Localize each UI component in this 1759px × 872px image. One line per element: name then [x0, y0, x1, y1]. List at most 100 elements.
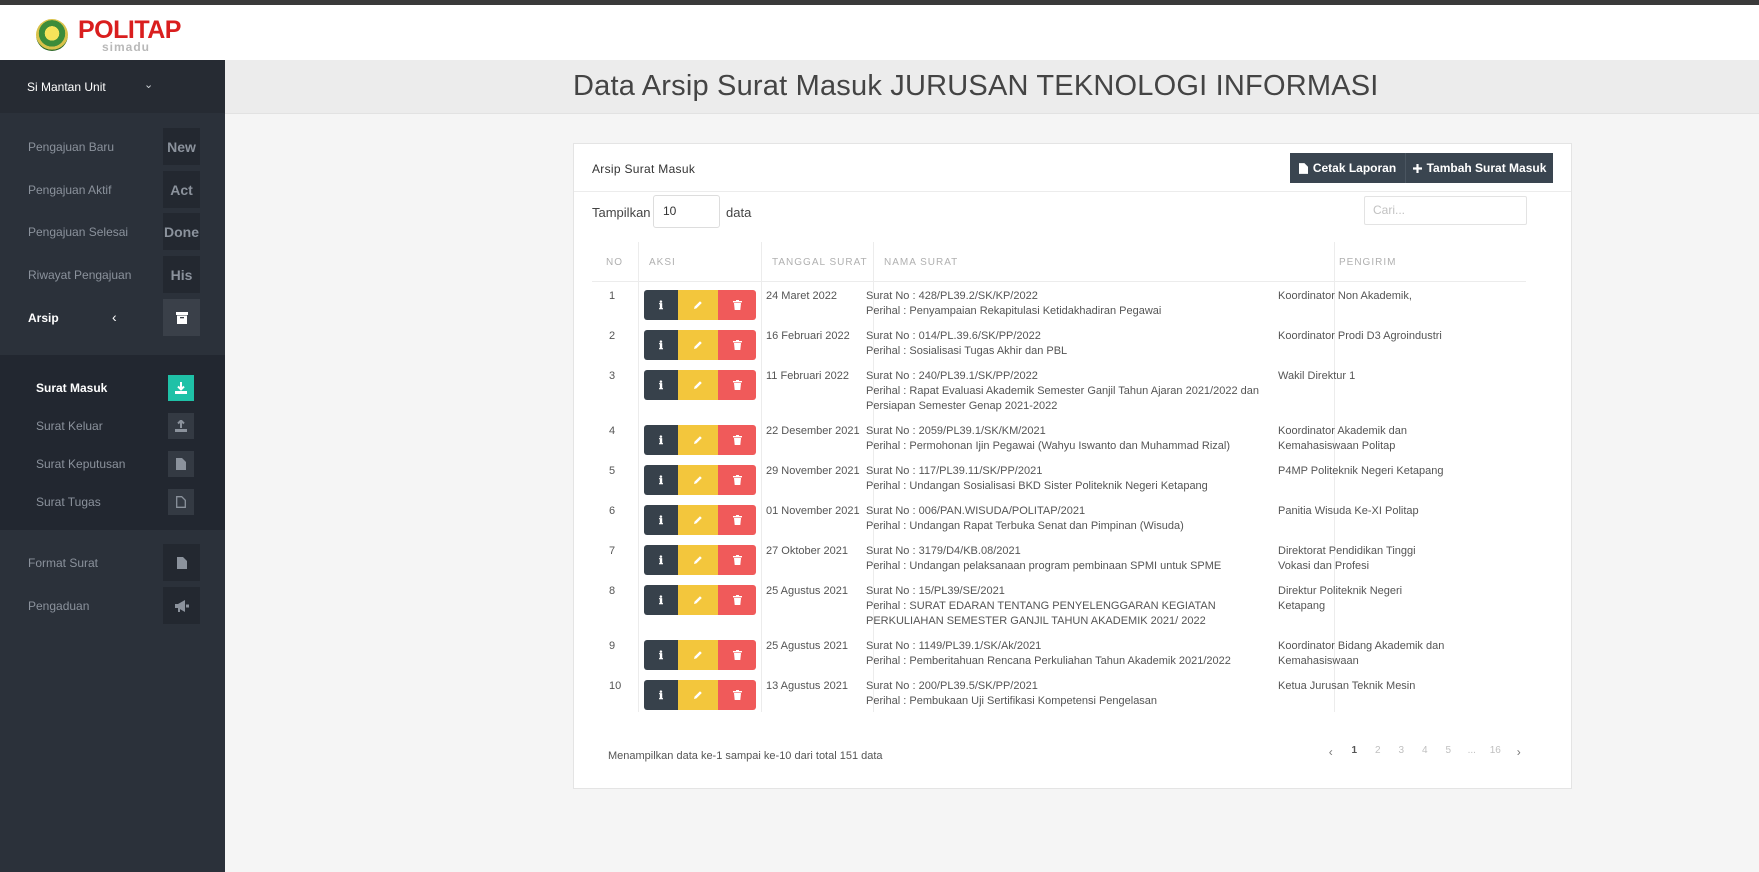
letter-name: Surat No : 006/PAN.WISUDA/POLITAP/2021 Pe…: [866, 504, 1266, 534]
pencil-icon: [694, 556, 702, 564]
sidebar-item-pengajuan-aktif[interactable]: Pengajuan Aktif Act: [0, 170, 225, 210]
column-header-tanggal[interactable]: TANGGAL SURAT: [761, 242, 873, 282]
delete-button[interactable]: [718, 585, 756, 615]
logo-seal-icon: [36, 19, 68, 51]
row-number: 3: [609, 370, 616, 382]
info-button[interactable]: ℹ: [644, 545, 678, 575]
letter-subject: Perihal : Undangan pelaksanaan program p…: [866, 560, 1222, 572]
column-header-nama-surat[interactable]: NAMA SURAT: [873, 242, 1334, 282]
plus-icon: [1412, 163, 1422, 173]
megaphone-icon: [163, 587, 200, 624]
delete-button[interactable]: [718, 370, 756, 400]
add-incoming-letter-button[interactable]: Tambah Surat Masuk: [1405, 153, 1553, 183]
sender: Koordinator Akademik dan Kemahasiswaan P…: [1278, 425, 1408, 452]
page-3[interactable]: 3: [1390, 745, 1414, 759]
sidebar-item-arsip[interactable]: Arsip ‹: [0, 298, 225, 338]
delete-button[interactable]: [718, 545, 756, 575]
letter-name: Surat No : 1149/PL39.1/SK/Ak/2021 Perihal…: [866, 639, 1266, 669]
edit-button[interactable]: [678, 290, 718, 320]
letter-date: 24 Maret 2022: [766, 290, 837, 302]
letter-number: Surat No : 15/PL39/SE/2021: [866, 585, 1005, 597]
trash-icon: [732, 595, 742, 605]
delete-button[interactable]: [718, 465, 756, 495]
row-number: 1: [609, 290, 616, 302]
page-16[interactable]: 16: [1484, 745, 1508, 759]
info-button[interactable]: ℹ: [644, 585, 678, 615]
delete-button[interactable]: [718, 505, 756, 535]
delete-button[interactable]: [718, 330, 756, 360]
info-button[interactable]: ℹ: [644, 680, 678, 710]
delete-button[interactable]: [718, 425, 756, 455]
edit-button[interactable]: [678, 465, 718, 495]
file-icon: [168, 451, 194, 477]
page-1[interactable]: 1: [1343, 745, 1367, 759]
info-button[interactable]: ℹ: [644, 370, 678, 400]
info-button[interactable]: ℹ: [644, 330, 678, 360]
info-icon: ℹ: [658, 434, 664, 447]
page-4[interactable]: 4: [1413, 745, 1437, 759]
badge-act: Act: [163, 171, 200, 208]
info-button[interactable]: ℹ: [644, 640, 678, 670]
table-info: Menampilkan data ke-1 sampai ke-10 dari …: [608, 750, 883, 762]
edit-button[interactable]: [678, 505, 718, 535]
letter-number: Surat No : 240/PL39.1/SK/PP/2022: [866, 370, 1038, 382]
sidebar-item-format-surat[interactable]: Format Surat: [0, 543, 225, 583]
row-actions: ℹ: [644, 640, 756, 670]
add-label: Tambah Surat Masuk: [1426, 161, 1547, 175]
info-icon: ℹ: [658, 554, 664, 567]
search-input[interactable]: Cari...: [1364, 196, 1527, 225]
edit-button[interactable]: [678, 370, 718, 400]
file-icon: [163, 544, 200, 581]
sidebar-item-pengaduan[interactable]: Pengaduan: [0, 586, 225, 626]
row-actions: ℹ: [644, 680, 756, 710]
page-5[interactable]: 5: [1437, 745, 1461, 759]
column-header-aksi[interactable]: AKSI: [638, 242, 761, 282]
sidebar-item-pengajuan-baru[interactable]: Pengajuan Baru New: [0, 127, 225, 167]
letter-number: Surat No : 014/PL.39.6/SK/PP/2022: [866, 330, 1041, 342]
delete-button[interactable]: [718, 640, 756, 670]
edit-button[interactable]: [678, 545, 718, 575]
delete-button[interactable]: [718, 680, 756, 710]
row-actions: ℹ: [644, 505, 756, 535]
next-page-button[interactable]: ›: [1507, 745, 1531, 759]
letter-name: Surat No : 200/PL39.5/SK/PP/2021 Perihal …: [866, 679, 1266, 709]
info-icon: ℹ: [658, 689, 664, 702]
letter-date: 16 Februari 2022: [766, 330, 850, 342]
letter-subject: Perihal : Pembukaan Uji Sertifikasi Komp…: [866, 695, 1158, 707]
subitem-label: Surat Tugas: [36, 495, 101, 509]
column-header-pengirim[interactable]: PENGIRIM: [1334, 242, 1526, 282]
page-2[interactable]: 2: [1366, 745, 1390, 759]
letter-name: Surat No : 15/PL39/SE/2021 Perihal : SURA…: [866, 584, 1266, 629]
sidebar-item-pengajuan-selesai[interactable]: Pengajuan Selesai Done: [0, 212, 225, 252]
sidebar-subitem-surat-keluar[interactable]: Surat Keluar: [0, 407, 225, 445]
info-button[interactable]: ℹ: [644, 505, 678, 535]
page-length-suffix: data: [726, 205, 752, 220]
arsip-submenu: Surat Masuk Surat Keluar Surat Keputusan…: [0, 355, 225, 530]
letter-subject: Perihal : Pemberitahuan Rencana Perkulia…: [866, 655, 1231, 667]
column-header-no[interactable]: NO: [592, 242, 638, 282]
print-report-button[interactable]: Cetak Laporan: [1290, 153, 1405, 183]
delete-button[interactable]: [718, 290, 756, 320]
edit-button[interactable]: [678, 425, 718, 455]
sidebar-subitem-surat-tugas[interactable]: Surat Tugas: [0, 483, 225, 521]
info-button[interactable]: ℹ: [644, 425, 678, 455]
unit-selector[interactable]: Si Mantan Unit ⌄: [0, 60, 225, 113]
sidebar-item-riwayat-pengajuan[interactable]: Riwayat Pengajuan His: [0, 255, 225, 295]
letter-date: 25 Agustus 2021: [766, 585, 848, 597]
edit-button[interactable]: [678, 330, 718, 360]
edit-button[interactable]: [678, 585, 718, 615]
chevron-down-icon: ⌄: [144, 79, 154, 91]
prev-page-button[interactable]: ‹: [1319, 745, 1343, 759]
info-button[interactable]: ℹ: [644, 465, 678, 495]
edit-button[interactable]: [678, 640, 718, 670]
subitem-label: Surat Keluar: [36, 419, 103, 433]
row-number: 8: [609, 585, 616, 597]
pencil-icon: [694, 596, 702, 604]
info-icon: ℹ: [658, 474, 664, 487]
letter-name: Surat No : 240/PL39.1/SK/PP/2022 Perihal …: [866, 369, 1266, 414]
sidebar-subitem-surat-keputusan[interactable]: Surat Keputusan: [0, 445, 225, 483]
info-button[interactable]: ℹ: [644, 290, 678, 320]
page-length-input[interactable]: 10: [653, 195, 720, 228]
edit-button[interactable]: [678, 680, 718, 710]
sidebar-subitem-surat-masuk[interactable]: Surat Masuk: [0, 369, 225, 407]
